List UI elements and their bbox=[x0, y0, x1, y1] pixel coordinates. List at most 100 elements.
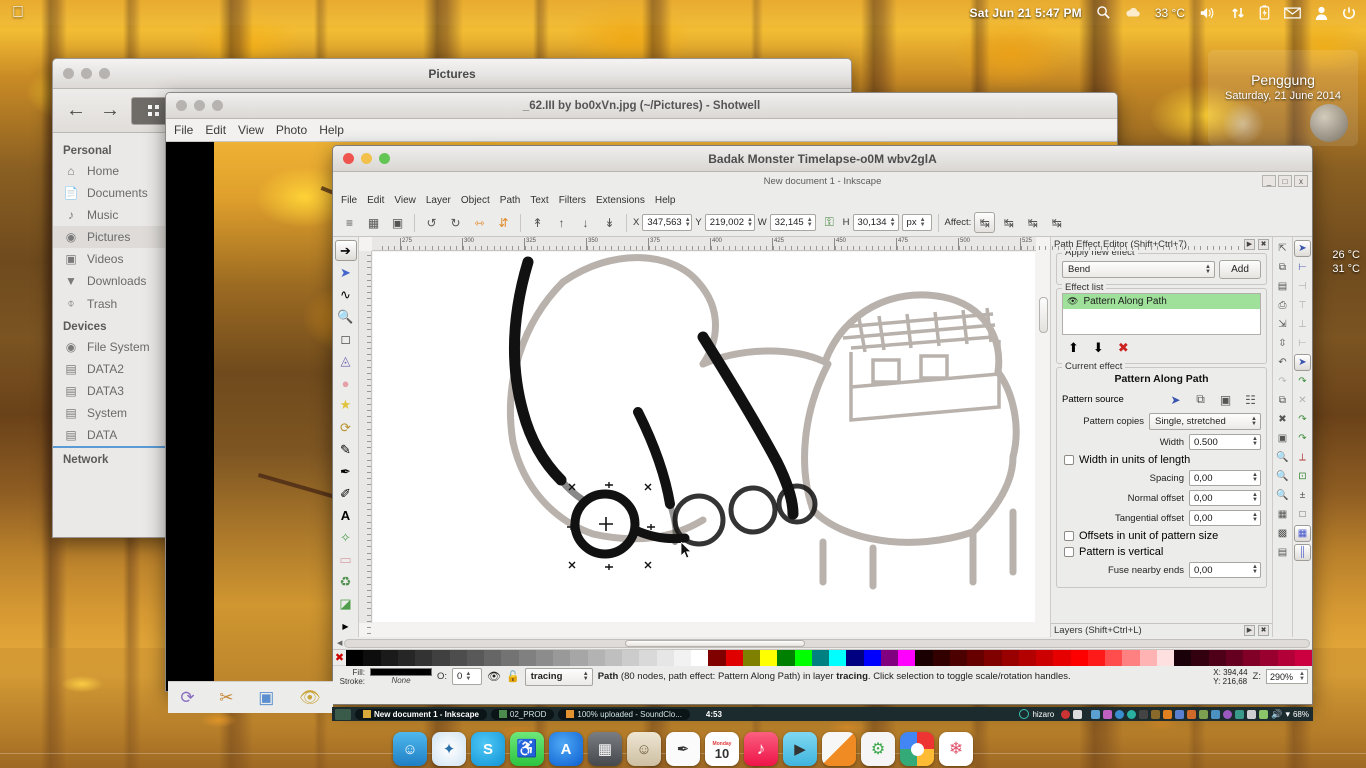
zoom-selection-icon[interactable]: 🔍 bbox=[1274, 449, 1291, 466]
show-desktop-icon[interactable] bbox=[335, 708, 351, 720]
toolbox-more-icon[interactable]: ▶ bbox=[335, 616, 357, 637]
menu-help[interactable]: Help bbox=[655, 195, 676, 206]
fill-swatch[interactable] bbox=[370, 668, 432, 676]
close-icon[interactable]: ✖ bbox=[1258, 625, 1269, 636]
scale-rect-corners-icon[interactable]: ↹ bbox=[998, 212, 1019, 233]
ungroup-icon[interactable]: ▤ bbox=[1274, 544, 1291, 561]
normal-offset-field[interactable]: 0,00 ▲ ▼ bbox=[1189, 490, 1261, 506]
mail-icon[interactable] bbox=[1235, 709, 1245, 719]
temperature-label[interactable]: 33 °C bbox=[1155, 6, 1185, 20]
print-icon[interactable]: ⎙ bbox=[1274, 297, 1291, 314]
cloud-icon[interactable] bbox=[1125, 6, 1141, 19]
x-field[interactable]: 347,563 ▲ ▼ bbox=[642, 214, 693, 231]
arrow-left-icon[interactable]: ← bbox=[63, 99, 89, 122]
zoom-page-icon[interactable]: 🔍 bbox=[1274, 487, 1291, 504]
calligraphy-tool[interactable]: ✐ bbox=[335, 483, 357, 504]
menu-help[interactable]: Help bbox=[319, 123, 344, 137]
new-document-icon[interactable]: ⇱ bbox=[1274, 240, 1291, 257]
file-manager-titlebar[interactable]: Pictures bbox=[53, 59, 851, 89]
menu-path[interactable]: Path bbox=[500, 195, 521, 206]
close-icon[interactable]: ✖ bbox=[1258, 238, 1269, 250]
effect-list-item[interactable]: 👁 Pattern Along Path bbox=[1063, 294, 1260, 309]
close-button[interactable]: x bbox=[1294, 175, 1308, 187]
image-icon[interactable] bbox=[1175, 709, 1185, 719]
minimize-button[interactable] bbox=[194, 100, 205, 111]
finder-icon[interactable]: ☺ bbox=[393, 732, 427, 766]
stepper-icon[interactable]: ▲ ▼ bbox=[747, 217, 753, 228]
layers-dock-header[interactable]: Layers (Shift+Ctrl+L) ▶ ✖ bbox=[1051, 623, 1272, 637]
snap-cusp-nodes-icon[interactable]: ↷ bbox=[1294, 411, 1311, 428]
paste-icon[interactable]: ▣ bbox=[1215, 389, 1236, 410]
imovie-icon[interactable]: ▶ bbox=[783, 732, 817, 766]
layer-select[interactable]: tracing ▲ ▼ bbox=[524, 667, 593, 686]
duplicate-icon[interactable]: ▦ bbox=[1274, 506, 1291, 523]
copy-icon[interactable]: ⧉ bbox=[1190, 389, 1211, 410]
lock-icon[interactable]: 🔓 bbox=[506, 670, 520, 683]
scale-stroke-icon[interactable]: ↹ bbox=[974, 212, 996, 233]
move-down-icon[interactable]: ⬇ bbox=[1093, 340, 1104, 356]
open-icon[interactable]: ⧉ bbox=[1274, 259, 1291, 276]
width-units-checkbox[interactable] bbox=[1064, 455, 1074, 465]
inkscape-titlebar[interactable]: Badak Monster Timelapse-o0M wbv2glA bbox=[333, 146, 1312, 172]
snap-rotation-centers-icon[interactable]: ± bbox=[1294, 487, 1311, 504]
taskbar-clock[interactable]: 4:53 bbox=[706, 710, 722, 719]
cut-icon[interactable]: ✖ bbox=[1274, 411, 1291, 428]
spray-tool[interactable]: ✧ bbox=[335, 528, 357, 549]
align-icon[interactable]: ≡ bbox=[339, 212, 360, 233]
rectangle-tool[interactable]: □ bbox=[335, 329, 357, 350]
group-icon[interactable]: ▩ bbox=[1274, 525, 1291, 542]
color-icon[interactable] bbox=[1199, 709, 1209, 719]
stepper-icon[interactable]: ▲ ▼ bbox=[1252, 512, 1258, 523]
h-field[interactable]: 30,134 ▲ ▼ bbox=[852, 214, 899, 231]
snap-enable-icon[interactable]: ➤ bbox=[1294, 240, 1311, 257]
pencil-tool[interactable]: ✎ bbox=[335, 439, 357, 460]
stepper-icon[interactable]: ▲ ▼ bbox=[465, 671, 471, 682]
menu-extensions[interactable]: Extensions bbox=[596, 195, 645, 206]
photos-icon[interactable]: ❄ bbox=[939, 732, 973, 766]
snap-line-midpoints-icon[interactable]: ⟂ bbox=[1294, 449, 1311, 466]
star-tool[interactable]: ★ bbox=[335, 395, 357, 416]
blender-icon[interactable] bbox=[822, 732, 856, 766]
battery-percent[interactable]: 68% bbox=[1293, 710, 1309, 719]
taskbar-window-browser[interactable]: 100% uploaded - SoundClo... bbox=[558, 708, 690, 720]
lower-to-bottom-icon[interactable]: ↡ bbox=[599, 212, 620, 233]
snap-object-centers-icon[interactable]: ⊡ bbox=[1294, 468, 1311, 485]
record-icon[interactable] bbox=[1061, 709, 1071, 719]
folder-icon[interactable] bbox=[1259, 709, 1269, 719]
stepper-icon[interactable]: ▲ ▼ bbox=[890, 217, 896, 228]
effect-list[interactable]: 👁 Pattern Along Path bbox=[1062, 293, 1261, 335]
paste-icon[interactable]: ▣ bbox=[1274, 430, 1291, 447]
indicator-icon[interactable] bbox=[1019, 709, 1030, 719]
stepper-icon[interactable]: ▲ ▼ bbox=[1252, 436, 1258, 447]
stepper-icon[interactable]: ▲ ▼ bbox=[807, 217, 813, 228]
settings-icon[interactable]: ⚙ bbox=[861, 732, 895, 766]
chat-icon[interactable] bbox=[1103, 709, 1113, 719]
bezier-tool[interactable]: ✒ bbox=[335, 461, 357, 482]
rotate-ccw-icon[interactable]: ↺ bbox=[421, 212, 442, 233]
itunes-icon[interactable]: ♪ bbox=[744, 732, 778, 766]
battery-icon[interactable] bbox=[1259, 5, 1270, 20]
snap-bbox-centers-icon[interactable]: ⊢ bbox=[1294, 335, 1311, 352]
paste-icon[interactable]: ▣ bbox=[258, 688, 274, 708]
dropbox-icon[interactable] bbox=[1115, 709, 1125, 719]
snap-bbox-midpoints-icon[interactable]: ⊥ bbox=[1294, 316, 1311, 333]
box3d-tool[interactable]: ◬ bbox=[335, 351, 357, 372]
maximize-button[interactable] bbox=[212, 100, 223, 111]
ellipse-tool[interactable]: ● bbox=[335, 373, 357, 394]
paintbucket-tool[interactable]: ♻ bbox=[335, 572, 357, 593]
float-dialog-icon[interactable]: ▶ bbox=[1244, 625, 1255, 636]
apple-icon[interactable]:  bbox=[12, 4, 24, 21]
lock-icon[interactable]: ⚿ bbox=[819, 212, 840, 233]
appstore-icon[interactable]: A bbox=[549, 732, 583, 766]
lower-icon[interactable]: ↓ bbox=[575, 212, 596, 233]
network-updown-icon[interactable] bbox=[1231, 6, 1245, 20]
chrome-icon[interactable] bbox=[900, 732, 934, 766]
gallery-icon[interactable] bbox=[1187, 709, 1197, 719]
menu-filters[interactable]: Filters bbox=[559, 195, 586, 206]
shotwell-titlebar[interactable]: _62.III by bo0xVn.jpg (~/Pictures) - Sho… bbox=[166, 93, 1117, 119]
canvas-horizontal-scrollbar[interactable]: ◀ bbox=[333, 637, 1312, 649]
redo-icon[interactable]: ↷ bbox=[1274, 373, 1291, 390]
arrow-right-icon[interactable]: → bbox=[97, 99, 123, 122]
firefox-icon[interactable] bbox=[1163, 709, 1173, 719]
taskbar-window-folder[interactable]: 02_PROD bbox=[490, 708, 555, 720]
